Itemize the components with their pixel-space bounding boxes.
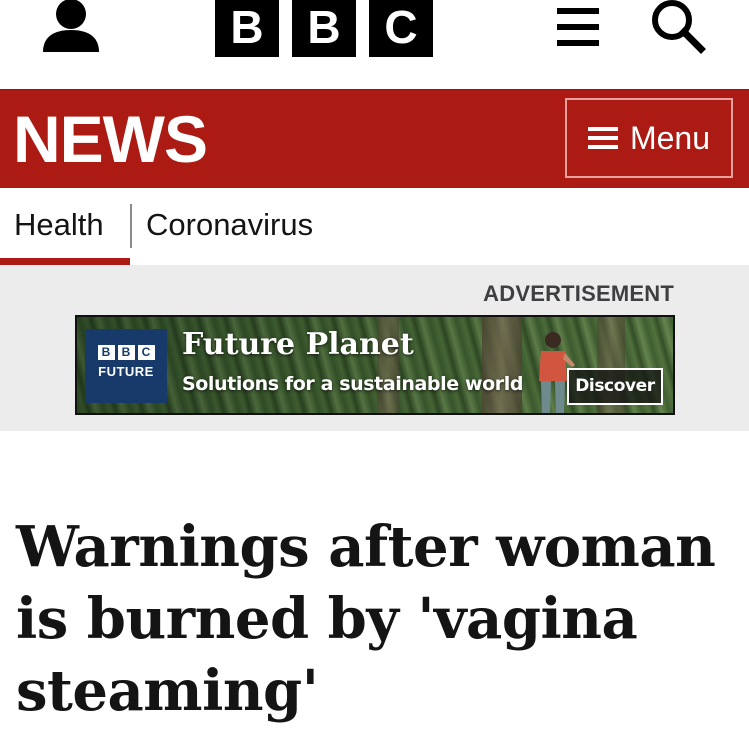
bbc-logo-letter: B: [292, 0, 356, 57]
bbc-logo-letter: B: [117, 345, 135, 360]
bbc-logo-letter: B: [215, 0, 279, 57]
bbc-masthead: B B C: [0, 0, 749, 89]
bbc-logo-letter: B: [97, 345, 115, 360]
nav-item-label: Coronavirus: [146, 207, 314, 242]
menu-button[interactable]: Menu: [565, 98, 733, 178]
advertisement-area: ADVERTISEMENT B B C FUTURE Future Planet…: [0, 265, 749, 431]
search-button[interactable]: [650, 0, 706, 56]
hamburger-icon: [557, 8, 603, 46]
hamburger-icon: [587, 122, 618, 154]
discover-button[interactable]: Discover: [567, 368, 663, 405]
bbc-logo[interactable]: B B C: [215, 0, 433, 57]
search-icon: [652, 0, 706, 54]
nav-item-label: Health: [14, 207, 104, 242]
nav-item-coronavirus[interactable]: Coronavirus: [132, 188, 313, 265]
ad-headline: Future Planet: [182, 327, 414, 362]
article-header: Warnings after woman is burned by 'vagin…: [0, 431, 749, 727]
ad-tagline: Solutions for a sustainable world: [182, 373, 524, 395]
advertisement-label: ADVERTISEMENT: [483, 281, 674, 306]
more-menu-button[interactable]: [557, 8, 603, 50]
section-nav: Health Coronavirus: [0, 188, 749, 265]
account-button[interactable]: [38, 0, 104, 56]
ad-banner[interactable]: B B C FUTURE Future Planet Solutions for…: [75, 315, 675, 415]
article-headline: Warnings after woman is burned by 'vagin…: [16, 514, 716, 724]
account-icon: [43, 0, 99, 52]
menu-label: Menu: [629, 119, 711, 156]
bbc-logo-letter: C: [369, 0, 433, 57]
nav-item-health[interactable]: Health: [0, 188, 130, 265]
bbc-future-subtitle: FUTURE: [98, 364, 154, 379]
news-logo[interactable]: NEWS: [13, 103, 208, 175]
bbc-future-logo: B B C FUTURE: [85, 329, 167, 403]
bbc-logo-letter: C: [137, 345, 155, 360]
news-bar: NEWS Menu: [0, 89, 749, 188]
